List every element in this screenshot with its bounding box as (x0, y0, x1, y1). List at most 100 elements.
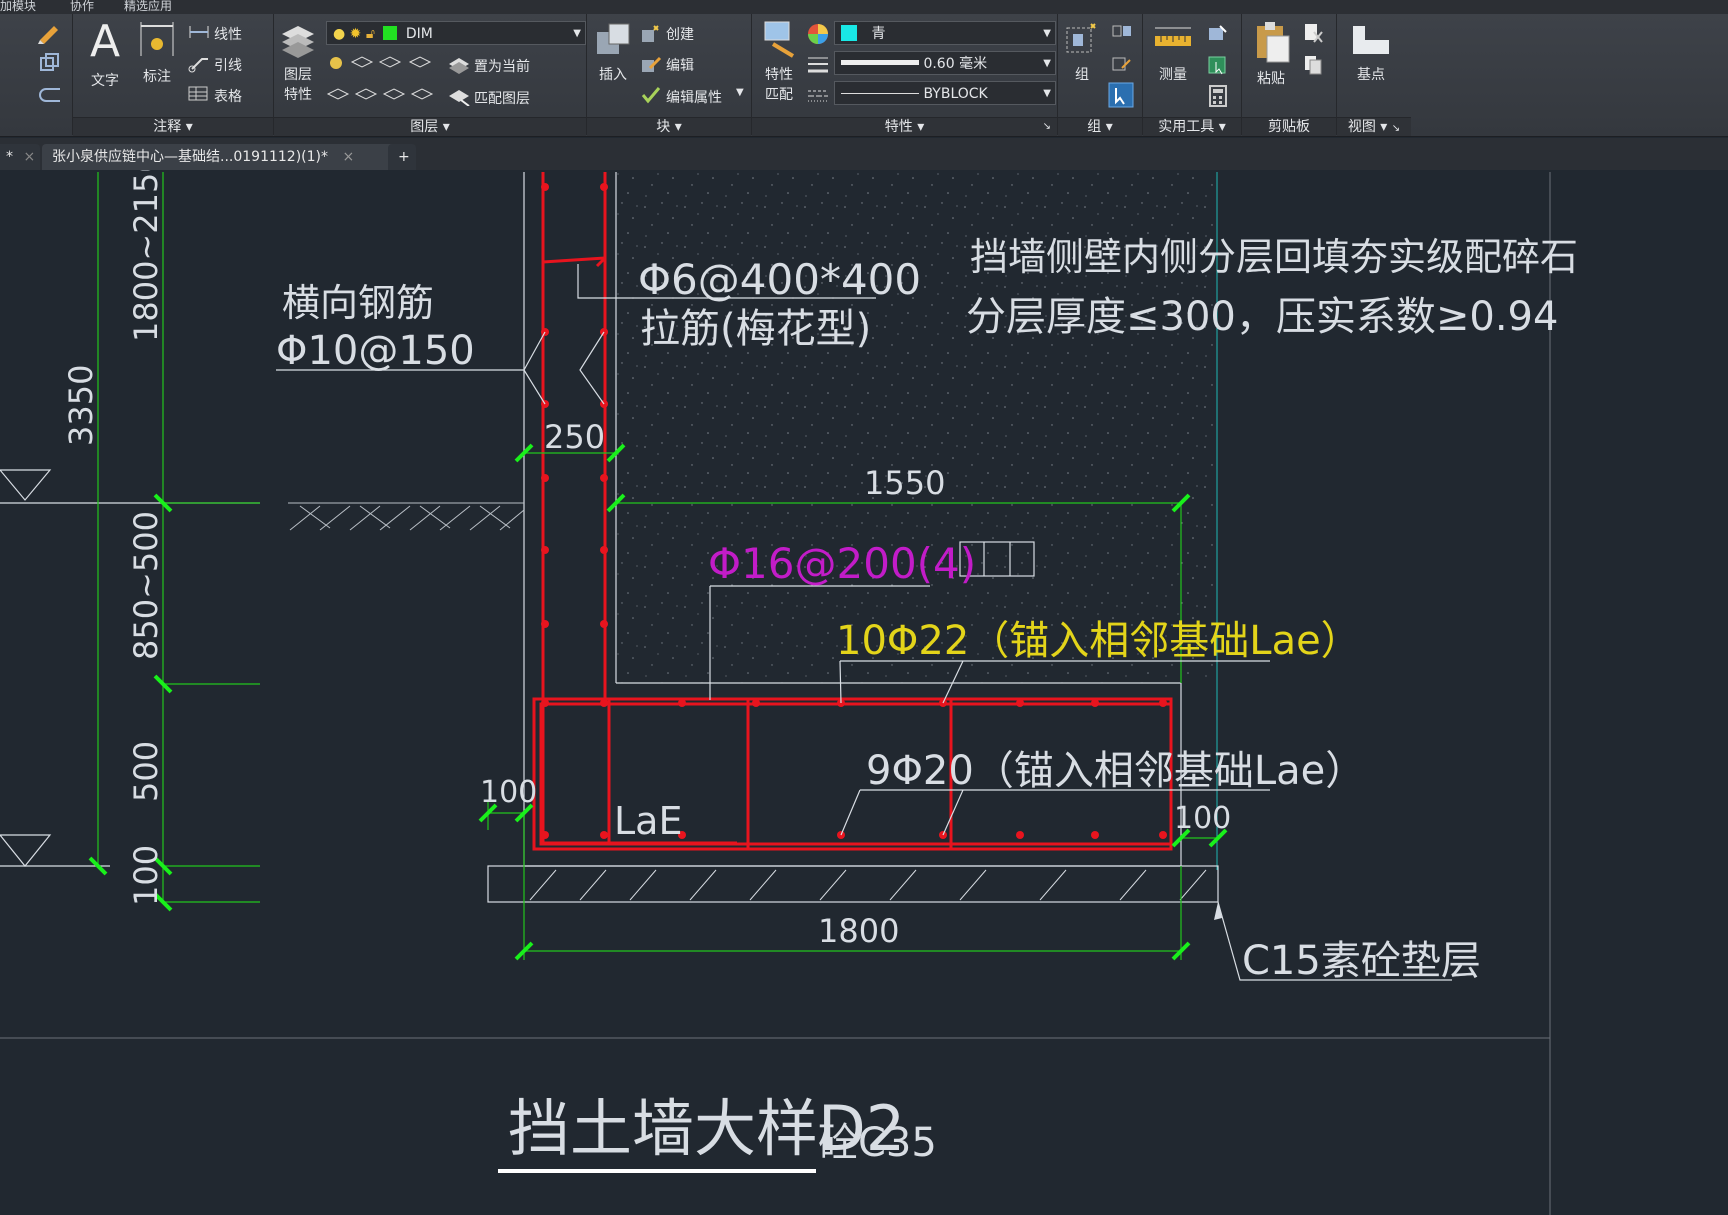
group-button[interactable]: 组 (1062, 20, 1102, 100)
measure-button[interactable]: 测量 (1148, 20, 1198, 106)
lineweight-icon (808, 57, 828, 73)
match-layer-button[interactable]: 匹配图层 (474, 88, 530, 108)
properties-panel-title[interactable]: 特性 ▾ ↘ (752, 117, 1057, 136)
paste-label: 粘贴 (1257, 71, 1285, 87)
color-value: 青 (871, 26, 886, 42)
backfill-note-line1: 挡墙侧壁内侧分层回填夯实级配碎石 (970, 235, 1578, 279)
insert-label: 插入 (599, 67, 627, 83)
leader-button[interactable]: 引线 (214, 55, 242, 75)
match-layer-icon (449, 90, 470, 106)
dim-250-label: 250 (544, 418, 605, 456)
pencil-icon[interactable] (36, 22, 62, 44)
chevron-down-icon: ▼ (1043, 88, 1051, 99)
create-block-button[interactable]: 创建 (666, 24, 694, 44)
match-props-label-2: 匹配 (765, 87, 793, 103)
lineweight-dropdown[interactable]: 0.60 毫米 ▼ (834, 51, 1056, 75)
vertical-dimensions (97, 172, 260, 903)
layers-panel-title[interactable]: 图层 ▾ (274, 117, 586, 136)
block-panel-title[interactable]: 块 ▾ (587, 117, 751, 136)
drawing-canvas[interactable]: 1800~2150 3350 850~500 500 100 横向钢筋 Φ10@… (0, 170, 1728, 1215)
layer-properties-button[interactable]: 图层 特性 (276, 20, 320, 106)
copy-icon[interactable] (1302, 54, 1324, 76)
clipboard-icon (1257, 22, 1290, 63)
calculator-icon[interactable] (1208, 84, 1228, 108)
lock-icon: 🔓︎ (365, 26, 375, 42)
cut-icon[interactable] (1302, 22, 1324, 44)
text-icon: A (89, 16, 121, 67)
document-tab-previous[interactable]: * × (0, 144, 40, 170)
linear-dim-button[interactable]: 线性 (214, 24, 242, 44)
table-button[interactable]: 表格 (214, 86, 242, 106)
dim-850-500: 850~500 (127, 511, 165, 660)
edit-block-button[interactable]: 编辑 (666, 55, 694, 75)
layer-tools-icons-row1[interactable] (326, 54, 446, 76)
dim-100-vertical: 100 (127, 845, 165, 906)
current-layer-name: DIM (405, 26, 433, 42)
ribbon-tab-featured-apps[interactable]: 精选应用 (124, 0, 172, 14)
dim-100-left-label: 100 (480, 775, 537, 810)
chevron-down-icon: ▼ (1043, 58, 1051, 69)
paste-button[interactable]: 粘贴 (1248, 20, 1294, 106)
quick-select-icon[interactable] (1206, 22, 1230, 44)
tab-close-icon[interactable]: × (342, 149, 354, 165)
tie-bar-desc: 拉筋(梅花型) (640, 306, 871, 352)
text-label: 文字 (91, 73, 119, 89)
group-edit-icon[interactable] (1110, 54, 1134, 74)
chevron-down-icon: ▼ (1043, 28, 1051, 39)
layer-properties-label-1: 图层 (284, 67, 312, 83)
group-select-icon[interactable] (1108, 82, 1134, 108)
annotation-panel-title[interactable]: 注释 ▾ (73, 117, 273, 136)
utilities-panel-title[interactable]: 实用工具 ▾ (1143, 117, 1241, 136)
view-panel-title[interactable]: 视图 ▾ ↘ (1337, 117, 1411, 136)
linetype-value: BYBLOCK (923, 86, 988, 102)
base-point-button[interactable]: 基点 (1346, 20, 1396, 106)
stirrup-spec: Φ16@200(4) (708, 539, 976, 588)
sun-icon: ✹ (349, 26, 362, 42)
create-block-icon (642, 25, 659, 42)
edit-attributes-button[interactable]: 编辑属性 (666, 87, 722, 107)
dimension-icon (140, 22, 174, 56)
color-dropdown[interactable]: 青 ▼ (834, 21, 1056, 45)
insert-block-button[interactable]: 插入 (590, 20, 636, 106)
dimension-button[interactable]: 标注 (134, 20, 180, 98)
set-current-icon (449, 58, 469, 74)
backfill-note-line2: 分层厚度≤300，压实系数≥0.94 (966, 294, 1558, 340)
layer-tools-icons-row2[interactable] (326, 86, 446, 108)
concrete-grade: 砼C35 (818, 1120, 937, 1166)
edit-attributes-dropdown[interactable]: ▼ (736, 87, 744, 98)
document-tab-active[interactable]: 张小泉供应链中心—基础结...0191112)(1)* × (42, 144, 400, 170)
color-wheel-icon (808, 24, 828, 44)
set-current-button[interactable]: 置为当前 (474, 56, 530, 76)
layer-properties-label-2: 特性 (284, 87, 312, 103)
linetype-dropdown[interactable]: BYBLOCK ▼ (834, 81, 1056, 105)
ribbon-tab-addins[interactable]: 加模块 (0, 0, 36, 14)
base-view-icon (1353, 26, 1389, 54)
ungroup-icon[interactable] (1110, 22, 1134, 42)
text-button[interactable]: A 文字 (82, 20, 128, 98)
copy-shape-icon[interactable] (38, 52, 60, 74)
layer-dropdown[interactable]: ● ✹ 🔓︎ DIM ▼ (326, 21, 586, 45)
ribbon-tab-collaborate[interactable]: 协作 (70, 0, 94, 14)
lightbulb-icon: ● (333, 26, 346, 42)
dim-1800-2150: 1800~2150 (127, 170, 165, 342)
base-point-label: 基点 (1357, 67, 1385, 83)
ground-hatch (288, 502, 525, 531)
layer-color-swatch (383, 26, 398, 40)
clipboard-panel-title[interactable]: 剪贴板 (1242, 117, 1336, 136)
vertical-dim-labels: 1800~2150 3350 850~500 500 100 (62, 170, 165, 906)
linetype-icon (808, 90, 828, 102)
tab-close-icon[interactable]: × (23, 149, 35, 165)
tab-modified-marker: * (6, 149, 13, 165)
transverse-rebar-label: 横向钢筋 (282, 281, 434, 325)
dim-500: 500 (127, 741, 165, 802)
match-properties-icon (764, 21, 795, 58)
ruler-icon (1155, 27, 1191, 46)
match-properties-button[interactable]: 特性 匹配 (756, 20, 802, 106)
active-tab-title: 张小泉供应链中心—基础结...0191112)(1)* (52, 149, 328, 165)
select-all-icon[interactable] (1206, 54, 1230, 76)
offset-icon[interactable] (38, 86, 62, 104)
new-tab-button[interactable]: + (388, 144, 416, 170)
dim-1550-label: 1550 (864, 464, 945, 502)
layer-stack-icon (282, 26, 314, 58)
group-panel-title[interactable]: 组 ▾ (1058, 117, 1142, 136)
